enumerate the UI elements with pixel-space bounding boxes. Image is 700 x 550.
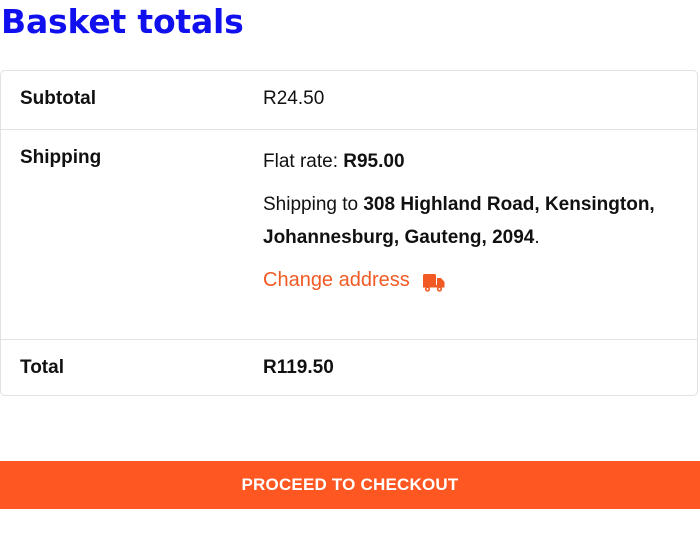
shipping-details: Flat rate: R95.00 Shipping to 308 Highla… bbox=[263, 145, 663, 297]
total-row: Total R119.50 bbox=[1, 340, 697, 397]
proceed-to-checkout-button[interactable]: PROCEED TO CHECKOUT bbox=[0, 461, 700, 509]
total-label: Total bbox=[20, 357, 64, 378]
subtotal-label: Subtotal bbox=[20, 88, 96, 109]
shipping-method-prefix: Flat rate: bbox=[263, 151, 344, 172]
shipping-destination: Shipping to 308 Highland Road, Kensingto… bbox=[263, 188, 663, 254]
shipping-label: Shipping bbox=[20, 147, 102, 168]
truck-icon bbox=[422, 271, 446, 292]
change-address-link[interactable]: Change address bbox=[263, 264, 446, 297]
shipping-row: Shipping Flat rate: R95.00 Shipping to 3… bbox=[1, 130, 697, 340]
shipping-method-price: R95.00 bbox=[343, 151, 405, 172]
change-address-label: Change address bbox=[263, 269, 410, 291]
subtotal-row: Subtotal R24.50 bbox=[1, 71, 697, 130]
basket-totals-heading: Basket totals bbox=[1, 2, 244, 41]
cart-totals: Basket totals Subtotal R24.50 Shipping F… bbox=[0, 0, 700, 550]
totals-table: Subtotal R24.50 Shipping Flat rate: R95.… bbox=[0, 70, 698, 396]
total-value: R119.50 bbox=[263, 357, 334, 378]
shipping-destination-suffix: . bbox=[534, 227, 540, 248]
shipping-method: Flat rate: R95.00 bbox=[263, 145, 663, 178]
shipping-destination-prefix: Shipping to bbox=[263, 194, 364, 215]
subtotal-value: R24.50 bbox=[263, 88, 325, 109]
